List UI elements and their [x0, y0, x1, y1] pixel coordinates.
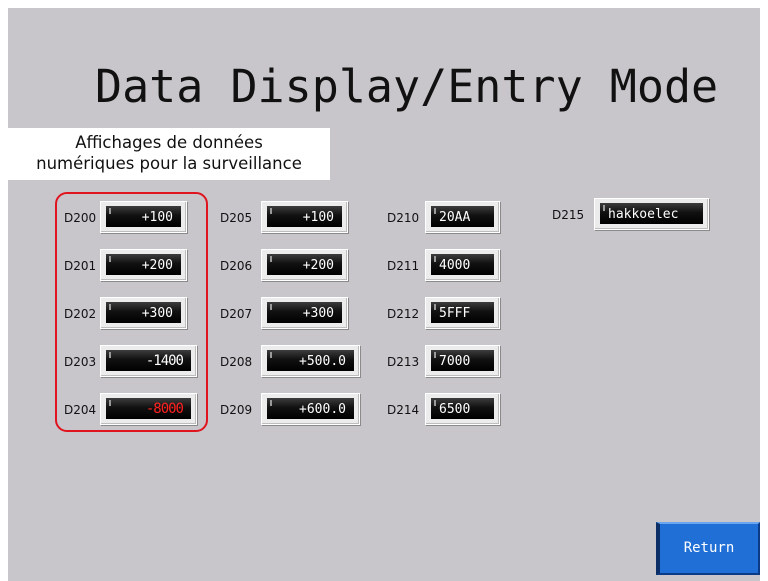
value-display[interactable]: +100 — [261, 201, 348, 233]
return-button[interactable]: Return — [656, 522, 760, 575]
register-label: D204 — [64, 403, 97, 417]
caption-box: Affichages de données numériques pour la… — [8, 128, 330, 180]
display-value: -8000 — [106, 398, 191, 419]
display-value: +600.0 — [267, 398, 354, 419]
display-value: hakkoelec — [600, 203, 703, 224]
value-display[interactable]: hakkoelec — [594, 198, 709, 230]
display-value: +100 — [267, 206, 342, 227]
value-display[interactable]: +300 — [261, 297, 348, 329]
value-display[interactable]: +500.0 — [261, 345, 360, 377]
value-display[interactable]: +200 — [100, 249, 187, 281]
register-label: D209 — [220, 403, 253, 417]
register-label: D211 — [387, 259, 420, 273]
value-display[interactable]: -1400 — [100, 345, 197, 377]
value-display[interactable]: 5FFF — [425, 297, 500, 329]
value-display[interactable]: 4000 — [425, 249, 500, 281]
value-display[interactable]: +100 — [100, 201, 187, 233]
display-value: +300 — [267, 302, 342, 323]
display-value: +300 — [106, 302, 181, 323]
register-label: D207 — [220, 307, 253, 321]
register-label: D210 — [387, 211, 420, 225]
value-display[interactable]: 7000 — [425, 345, 500, 377]
value-display[interactable]: 20AA — [425, 201, 500, 233]
register-label: D205 — [220, 211, 253, 225]
register-label: D201 — [64, 259, 97, 273]
register-label: D213 — [387, 355, 420, 369]
display-value: +100 — [106, 206, 181, 227]
page-title: Data Display/Entry Mode — [95, 60, 719, 113]
register-label: D208 — [220, 355, 253, 369]
display-value: -1400 — [106, 350, 191, 371]
display-value: +200 — [267, 254, 342, 275]
register-label: D214 — [387, 403, 420, 417]
value-display[interactable]: 6500 — [425, 393, 500, 425]
display-value: 5FFF — [431, 302, 494, 323]
display-value: +500.0 — [267, 350, 354, 371]
display-value: 6500 — [431, 398, 494, 419]
display-value: 4000 — [431, 254, 494, 275]
value-display[interactable]: +300 — [100, 297, 187, 329]
register-label: D212 — [387, 307, 420, 321]
value-display[interactable]: -8000 — [100, 393, 197, 425]
register-label: D215 — [552, 208, 585, 222]
register-label: D203 — [64, 355, 97, 369]
display-value: 20AA — [431, 206, 494, 227]
register-label: D206 — [220, 259, 253, 273]
value-display[interactable]: +600.0 — [261, 393, 360, 425]
caption-line-1: Affichages de données — [75, 133, 263, 152]
display-value: +200 — [106, 254, 181, 275]
display-value: 7000 — [431, 350, 494, 371]
value-display[interactable]: +200 — [261, 249, 348, 281]
register-label: D200 — [64, 211, 97, 225]
caption-line-2: numériques pour la surveillance — [36, 154, 302, 173]
register-label: D202 — [64, 307, 97, 321]
